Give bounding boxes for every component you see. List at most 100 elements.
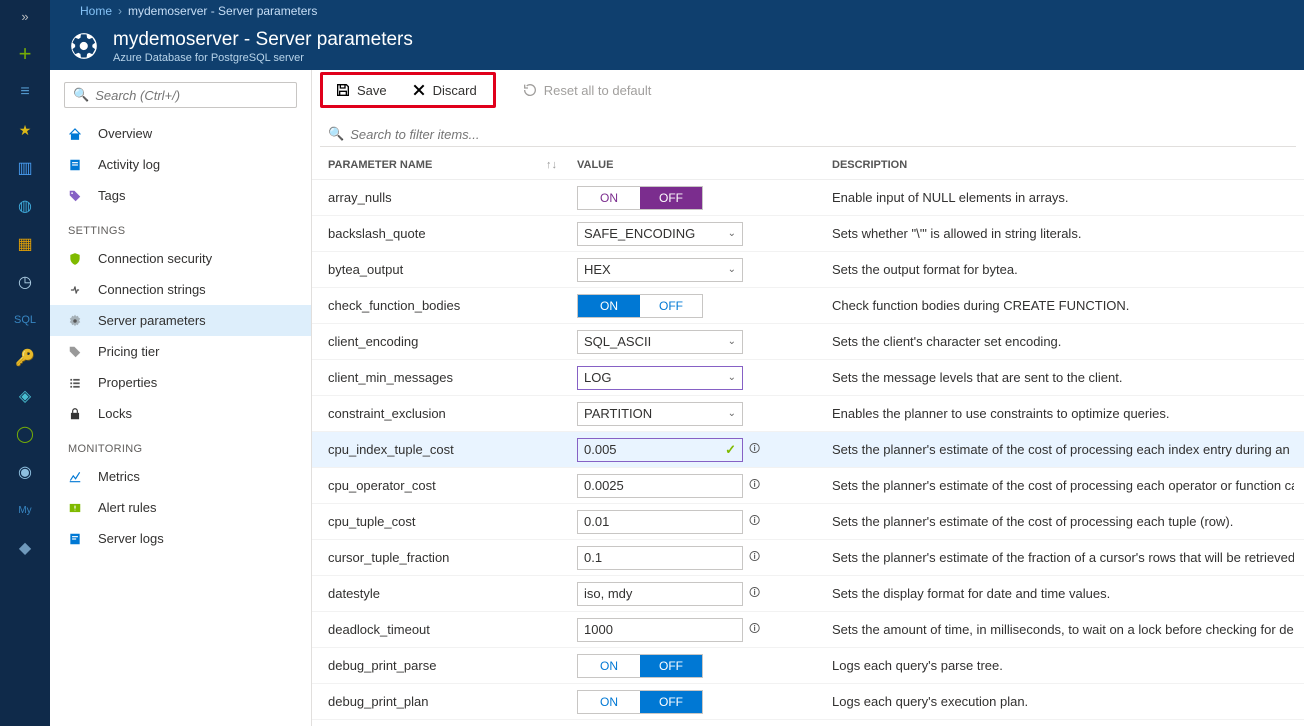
nav-item-overview[interactable]: Overview — [50, 118, 311, 149]
nav-label: Connection strings — [98, 282, 206, 297]
text-input[interactable]: 0.1 — [577, 546, 743, 570]
param-name: client_encoding — [322, 334, 577, 349]
param-desc: Sets the planner's estimate of the fract… — [832, 550, 1294, 565]
grid-icon[interactable]: ▦ — [15, 234, 35, 254]
param-name: array_nulls — [322, 190, 577, 205]
param-desc: Logs each query's execution plan. — [832, 694, 1294, 709]
diamond-icon[interactable]: ◈ — [15, 386, 35, 406]
param-name: backslash_quote — [322, 226, 577, 241]
left-rail: » + ≡ ★ ▥ ◍ ▦ ◷ SQL 🔑 ◈ ◯ ◉ My ◆ — [0, 0, 50, 726]
info-icon[interactable]: 🛈 — [749, 584, 760, 603]
chevron-down-icon: ⌄ — [728, 372, 736, 383]
nav-item-server-logs[interactable]: Server logs — [50, 523, 311, 554]
reset-button[interactable]: Reset all to default — [512, 77, 662, 103]
param-row: cpu_operator_cost0.0025🛈Sets the planner… — [312, 468, 1304, 504]
nav-item-tags[interactable]: Tags — [50, 180, 311, 211]
info-icon[interactable]: 🛈 — [749, 548, 760, 567]
page-header: mydemoserver - Server parameters Azure D… — [50, 22, 1304, 70]
toggle-off[interactable]: OFF — [640, 295, 702, 317]
param-name: cursor_tuple_fraction — [322, 550, 577, 565]
info-icon[interactable]: 🛈 — [749, 476, 760, 495]
param-desc: Sets the output format for bytea. — [832, 262, 1294, 277]
key-icon[interactable]: 🔑 — [15, 348, 35, 368]
nav-label: Pricing tier — [98, 344, 159, 359]
text-input[interactable]: 0.005✓ — [577, 438, 743, 462]
toggle[interactable]: ONOFF — [577, 294, 703, 318]
filter-input[interactable] — [350, 127, 1288, 142]
param-row: deadlock_timeout1000🛈Sets the amount of … — [312, 612, 1304, 648]
nav-item-alert-rules[interactable]: Alert rules — [50, 492, 311, 523]
text-input[interactable]: iso, mdy — [577, 582, 743, 606]
menu-search[interactable]: 🔍 — [64, 82, 297, 108]
param-desc: Check function bodies during CREATE FUNC… — [832, 298, 1294, 313]
info-icon[interactable]: 🛈 — [749, 440, 760, 459]
cube-icon[interactable]: ◍ — [15, 196, 35, 216]
dropdown[interactable]: SAFE_ENCODING⌄ — [577, 222, 743, 246]
toggle[interactable]: ONOFF — [577, 186, 703, 210]
nav-item-activity-log[interactable]: Activity log — [50, 149, 311, 180]
nav-item-server-parameters[interactable]: Server parameters — [50, 305, 311, 336]
dropdown[interactable]: PARTITION⌄ — [577, 402, 743, 426]
param-name: check_function_bodies — [322, 298, 577, 313]
shield-icon[interactable]: ◆ — [15, 538, 35, 558]
param-name: cpu_index_tuple_cost — [322, 442, 577, 457]
param-name: client_min_messages — [322, 370, 577, 385]
param-name: datestyle — [322, 586, 577, 601]
nav-item-metrics[interactable]: Metrics — [50, 461, 311, 492]
nav-item-locks[interactable]: Locks — [50, 398, 311, 429]
logs-icon — [68, 532, 84, 546]
param-name: debug_print_parse — [322, 658, 577, 673]
dashboard-icon[interactable]: ▥ — [15, 158, 35, 178]
nav-label: Overview — [98, 126, 152, 141]
overview-icon — [68, 127, 84, 141]
toggle-on[interactable]: ON — [578, 691, 640, 713]
nav-item-connection-security[interactable]: Connection security — [50, 243, 311, 274]
toggle-on[interactable]: ON — [578, 187, 640, 209]
filter-box[interactable]: 🔍 — [320, 122, 1296, 147]
dropdown[interactable]: HEX⌄ — [577, 258, 743, 282]
save-button[interactable]: Save — [325, 77, 397, 103]
toggle[interactable]: ONOFF — [577, 690, 703, 714]
param-desc: Sets the message levels that are sent to… — [832, 370, 1294, 385]
chevron-down-icon: ⌄ — [728, 264, 736, 275]
info-icon[interactable]: 🛈 — [749, 512, 760, 531]
clock-icon[interactable]: ◷ — [15, 272, 35, 292]
param-row: client_encodingSQL_ASCII⌄Sets the client… — [312, 324, 1304, 360]
price-icon — [68, 345, 84, 359]
param-desc: Sets the planner's estimate of the cost … — [832, 478, 1294, 493]
person-icon[interactable]: ◉ — [15, 462, 35, 482]
toggle-on[interactable]: ON — [578, 295, 640, 317]
discard-button[interactable]: Discard — [401, 77, 487, 103]
text-input[interactable]: 0.01 — [577, 510, 743, 534]
metrics-icon — [68, 470, 84, 484]
param-name: cpu_tuple_cost — [322, 514, 577, 529]
dropdown[interactable]: SQL_ASCII⌄ — [577, 330, 743, 354]
lock-icon — [68, 407, 84, 421]
toggle-off[interactable]: OFF — [640, 655, 702, 677]
nav-item-properties[interactable]: Properties — [50, 367, 311, 398]
breadcrumb-home[interactable]: Home — [80, 4, 112, 18]
sql-icon[interactable]: SQL — [15, 310, 35, 330]
save-icon — [335, 82, 351, 98]
favorites-icon[interactable]: ★ — [15, 120, 35, 140]
text-input[interactable]: 1000 — [577, 618, 743, 642]
expand-icon[interactable]: » — [15, 6, 35, 26]
toggle-off[interactable]: OFF — [640, 691, 702, 713]
toggle[interactable]: ONOFF — [577, 654, 703, 678]
create-resource-icon[interactable]: + — [15, 44, 35, 64]
toggle-off[interactable]: OFF — [640, 187, 702, 209]
param-desc: Logs each query's parse tree. — [832, 658, 1294, 673]
info-icon[interactable]: 🛈 — [749, 620, 760, 639]
nav-item-pricing-tier[interactable]: Pricing tier — [50, 336, 311, 367]
toggle-on[interactable]: ON — [578, 655, 640, 677]
mysql-icon[interactable]: My — [15, 500, 35, 520]
nav-item-connection-strings[interactable]: Connection strings — [50, 274, 311, 305]
table-header: PARAMETER NAME↑↓ VALUE DESCRIPTION — [312, 151, 1304, 180]
circle-icon[interactable]: ◯ — [15, 424, 35, 444]
dropdown[interactable]: LOG⌄ — [577, 366, 743, 390]
list-icon[interactable]: ≡ — [15, 82, 35, 102]
text-input[interactable]: 0.0025 — [577, 474, 743, 498]
page-title: mydemoserver - Server parameters — [113, 29, 413, 51]
col-parameter-name[interactable]: PARAMETER NAME↑↓ — [322, 159, 577, 171]
menu-search-input[interactable] — [95, 88, 288, 103]
